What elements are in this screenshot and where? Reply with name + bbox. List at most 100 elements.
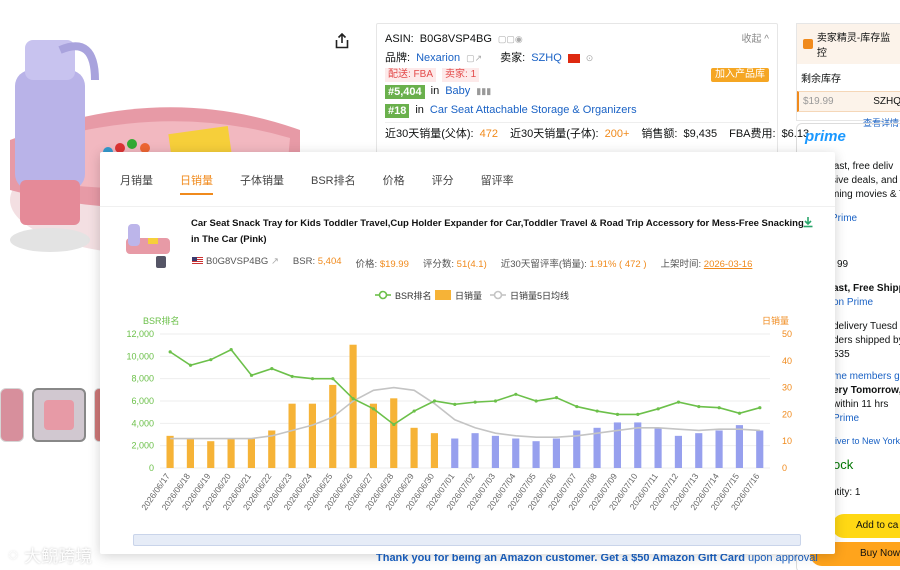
revenue-value: $9,435: [683, 128, 718, 140]
daily-sales-bar: [613, 422, 621, 468]
delivery-text: 535: [833, 349, 850, 360]
bsr-point: [534, 399, 538, 403]
sales-child-label: 近30天销量(子体):: [509, 128, 599, 140]
revenue-label: 销售额:: [641, 128, 678, 140]
quantity-value: 1: [854, 487, 861, 498]
chart-zoom-slider[interactable]: [133, 534, 801, 546]
quantity-selector[interactable]: ntity: 1: [831, 486, 900, 500]
add-to-cart-button[interactable]: Add to ca: [832, 514, 900, 538]
daily-sales-bar: [756, 430, 764, 468]
bsr-point: [188, 363, 193, 367]
y-axis-left-title: BSR排名: [143, 315, 180, 326]
legend-label: BSR排名: [395, 290, 432, 301]
thumbnail[interactable]: [32, 388, 86, 442]
external-link-icon[interactable]: ↗: [271, 256, 279, 267]
bsr-point: [473, 400, 477, 404]
bsr-point: [453, 402, 457, 406]
shipping-text: ast, Free Shipp: [833, 283, 900, 294]
listing-info-panel: ASIN: B0G8VSP4BG ▢▢◉ 收起 ^ 品牌: Nexarion ▢…: [376, 23, 809, 155]
prime-link[interactable]: Prime: [833, 412, 900, 426]
rank-main: #5,404: [385, 84, 425, 99]
legend-bar-swatch: [435, 290, 451, 300]
bsr-point: [554, 396, 559, 400]
sales-parent-value: 472: [479, 128, 498, 140]
china-flag-icon: [567, 54, 580, 63]
y-tick-left: 4,000: [131, 418, 154, 428]
daily-sales-bar: [512, 438, 520, 468]
meta-review-rate: 近30天留评率(销量): 1.91% ( 472 ): [500, 259, 647, 270]
bsr-point: [656, 407, 660, 411]
daily-sales-bar: [674, 435, 682, 468]
stock-seller: SZHQ: [873, 96, 900, 107]
brand-label: 品牌:: [385, 52, 411, 64]
bsr-point: [615, 412, 620, 416]
meta-asin: B0G8VSP4BG ↗: [192, 256, 279, 270]
watermark: ◌ 大鲵跨境: [8, 542, 92, 567]
info-icon[interactable]: ⊙: [586, 49, 594, 68]
y-tick-left: 12,000: [126, 329, 154, 339]
bsr-point: [290, 374, 294, 379]
prime-logo: prime: [805, 128, 846, 145]
chart-tab[interactable]: 日销量: [180, 152, 213, 206]
rank-main-category[interactable]: Baby: [445, 82, 470, 101]
bsr-point: [595, 409, 599, 413]
chart-tab[interactable]: 留评率: [481, 152, 514, 206]
rank-in: in: [430, 85, 440, 97]
delivery-text: delivery Tuesd: [833, 321, 898, 332]
product-thumbnail: [126, 224, 170, 268]
thumbnail-strip: [0, 388, 104, 442]
bsr-point: [636, 412, 640, 416]
rank-sub-category[interactable]: Car Seat Attachable Storage & Organizers: [430, 101, 637, 120]
prime-link[interactable]: Prime: [831, 212, 900, 226]
chart-tab[interactable]: 月销量: [120, 152, 153, 206]
daily-sales-bar: [288, 403, 296, 468]
rank-sub: #18: [385, 103, 410, 118]
y-tick-right: 40: [782, 356, 792, 366]
y-tick-left: 6,000: [131, 396, 154, 406]
download-icon[interactable]: [802, 216, 814, 228]
bsr-point: [412, 409, 416, 413]
daily-sales-bar: [715, 430, 723, 468]
chart-tab[interactable]: BSR排名: [311, 152, 356, 206]
daily-sales-bar: [634, 422, 642, 468]
bsr-point: [575, 404, 579, 409]
prime-link[interactable]: on Prime: [833, 296, 900, 310]
share-icon[interactable]: [334, 33, 350, 49]
y-axis-right-title: 日销量: [762, 315, 789, 326]
deliver-to-link[interactable]: liver to New York: [833, 434, 900, 448]
stock-price: $19.99: [803, 96, 834, 107]
sales-child-value: 200+: [604, 128, 630, 140]
thumbnail[interactable]: [0, 388, 24, 442]
chart-tab[interactable]: 子体销量: [240, 152, 284, 206]
remaining-stock-label: 剩余库存: [801, 74, 841, 85]
daily-sales-bar: [349, 344, 357, 468]
seller-link[interactable]: SZHQ: [531, 49, 562, 68]
copy-icon[interactable]: ▢▢◉: [498, 30, 523, 49]
meta-price: 价格: $19.99: [355, 259, 409, 270]
bsr-point: [758, 406, 762, 410]
prime-members-link[interactable]: me members g: [833, 370, 900, 384]
bar-chart-icon[interactable]: ▮▮▮: [476, 82, 491, 101]
brand-link[interactable]: Nexarion: [416, 49, 460, 68]
daily-sales-bar: [329, 384, 337, 468]
sales-chart-panel: 月销量 日销量 子体销量 BSR排名 价格 评分 留评率 Car Seat Snack Tr…: [100, 152, 835, 554]
daily-sales-bar: [532, 441, 540, 468]
product-title: Car Seat Snack Tray for Kids Toddler Tra…: [191, 218, 804, 245]
y-tick-right: 20: [782, 409, 792, 419]
bsr-point: [737, 411, 742, 415]
copy-icon[interactable]: ▢↗: [466, 49, 482, 68]
bsr-line: [169, 348, 761, 426]
bsr-point: [493, 399, 498, 403]
bsr-point: [249, 373, 254, 377]
widget-title: 卖家精灵-库存监控: [816, 33, 891, 59]
chart-tab[interactable]: 评分: [432, 152, 454, 206]
meta-bsr: BSR: 5,404: [292, 256, 342, 267]
daily-sales-bar: [430, 433, 438, 468]
bsr-point: [310, 377, 315, 381]
daily-sales-bar: [369, 403, 377, 468]
chart-tab[interactable]: 价格: [383, 152, 405, 206]
add-to-pool-button[interactable]: 加入产品库: [711, 68, 769, 82]
asin-label: ASIN:: [385, 33, 414, 45]
y-tick-left: 10,000: [126, 351, 154, 361]
collapse-button[interactable]: 收起 ^: [742, 30, 769, 49]
